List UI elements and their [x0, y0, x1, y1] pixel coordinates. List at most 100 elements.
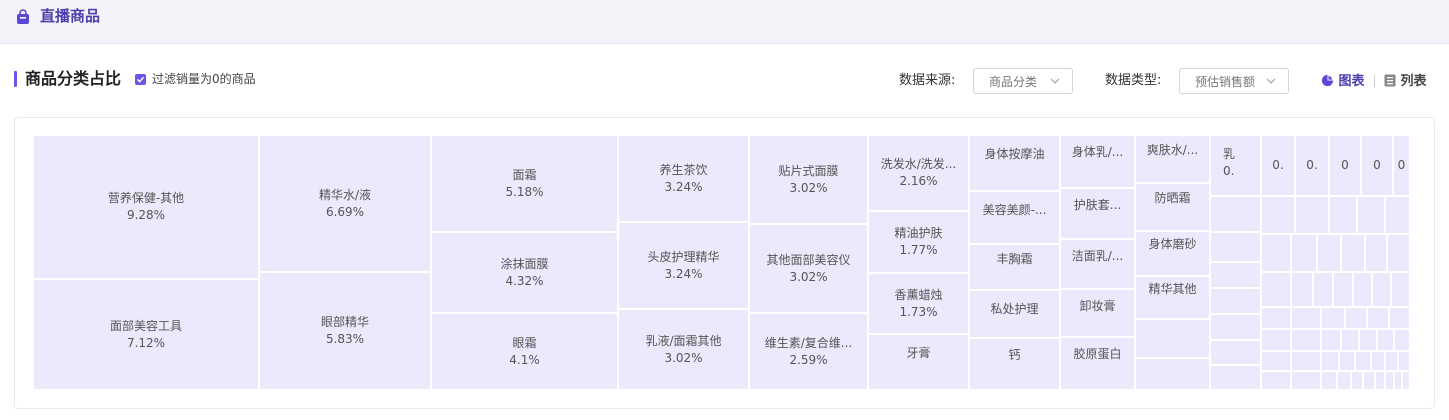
treemap-cell[interactable]: 胶原蛋白	[1060, 337, 1135, 390]
treemap-cell[interactable]	[1261, 329, 1291, 351]
treemap-cell[interactable]: 面霜 5.18%	[431, 135, 618, 232]
treemap-cell[interactable]: 精油护肤 1.77%	[868, 211, 969, 273]
treemap-cell[interactable]: 贴片式面膜 3.02%	[749, 135, 868, 224]
treemap-cell[interactable]	[1402, 371, 1410, 390]
treemap-cell[interactable]: 0	[1361, 135, 1393, 196]
treemap-cell[interactable]	[1261, 371, 1291, 390]
treemap-cell[interactable]	[1210, 365, 1261, 390]
treemap-cell[interactable]: 牙膏	[868, 334, 969, 390]
treemap-cell[interactable]	[1333, 272, 1353, 307]
treemap-cell[interactable]	[1385, 351, 1398, 371]
treemap-cell[interactable]	[1261, 307, 1291, 329]
treemap-cell[interactable]	[1261, 234, 1291, 272]
treemap-cell[interactable]: 头皮护理精华 3.24%	[618, 222, 749, 309]
treemap-cell[interactable]: 护肤套...	[1060, 188, 1135, 239]
treemap-cell[interactable]: 丰胸霜	[969, 244, 1060, 290]
treemap-cell[interactable]	[1210, 196, 1261, 232]
treemap-cell[interactable]	[1367, 307, 1389, 329]
treemap-cell[interactable]: 身体磨砂	[1135, 231, 1210, 276]
treemap-cell[interactable]	[1210, 232, 1261, 262]
treemap-cell[interactable]	[1394, 371, 1402, 390]
treemap-cell[interactable]	[1261, 196, 1295, 234]
treemap-cell[interactable]: 身体按摩油	[969, 135, 1060, 191]
treemap-cell[interactable]: 涂抹面膜 4.32%	[431, 232, 618, 313]
treemap-cell[interactable]	[1135, 319, 1210, 358]
treemap-cell[interactable]: 私处护理	[969, 290, 1060, 338]
treemap-cell[interactable]	[1371, 351, 1385, 371]
treemap-cell[interactable]	[1385, 371, 1394, 390]
treemap-cell[interactable]: 乳液/面霜其他 3.02%	[618, 309, 749, 390]
treemap-cell[interactable]	[1355, 351, 1371, 371]
treemap-cell[interactable]	[1391, 272, 1410, 307]
treemap-cell[interactable]: 精华其他	[1135, 276, 1210, 319]
treemap-cell[interactable]	[1291, 329, 1321, 351]
treemap-cell[interactable]	[1295, 196, 1329, 234]
treemap-cell[interactable]	[1313, 272, 1333, 307]
treemap-cell[interactable]: 0	[1393, 135, 1410, 196]
filter-zero-sales-checkbox[interactable]	[135, 74, 146, 85]
treemap-cell[interactable]	[1210, 288, 1261, 314]
treemap-cell[interactable]: 身体乳/...	[1060, 135, 1135, 188]
treemap-cell[interactable]	[1357, 196, 1385, 234]
treemap-cell[interactable]	[1261, 272, 1291, 307]
treemap-cell[interactable]	[1261, 351, 1291, 371]
treemap-cell[interactable]	[1385, 196, 1410, 234]
treemap-cell[interactable]	[1321, 329, 1341, 351]
treemap-cell[interactable]	[1365, 234, 1387, 272]
treemap-cell[interactable]	[1337, 371, 1351, 390]
treemap-cell[interactable]	[1351, 371, 1363, 390]
treemap-cell[interactable]	[1291, 351, 1321, 371]
treemap-cell[interactable]	[1329, 196, 1357, 234]
treemap-cell[interactable]	[1291, 272, 1313, 307]
treemap-cell[interactable]	[1394, 329, 1410, 351]
treemap-cell[interactable]: 洗发水/洗发... 2.16%	[868, 135, 969, 211]
treemap-cell[interactable]: 钙	[969, 338, 1060, 390]
treemap-cell[interactable]	[1135, 358, 1210, 390]
treemap-cell[interactable]: 防晒霜	[1135, 183, 1210, 231]
treemap-cell[interactable]: 精华水/液 6.69%	[259, 135, 431, 272]
treemap-cell[interactable]	[1389, 307, 1410, 329]
treemap-cell[interactable]	[1317, 234, 1341, 272]
data-source-select[interactable]: 商品分类	[973, 68, 1073, 94]
treemap-cell[interactable]: 眼霜 4.1%	[431, 313, 618, 390]
treemap-cell[interactable]: 美容美颜-...	[969, 191, 1060, 244]
treemap-cell[interactable]: 爽肤水/...	[1135, 135, 1210, 183]
treemap-cell[interactable]: 营养保健-其他 9.28%	[33, 135, 259, 279]
treemap-cell[interactable]	[1210, 262, 1261, 288]
treemap-cell[interactable]	[1345, 307, 1367, 329]
treemap-cell[interactable]	[1291, 234, 1317, 272]
treemap-cell[interactable]: 其他面部美容仪 3.02%	[749, 224, 868, 313]
treemap-cell[interactable]	[1363, 371, 1375, 390]
filter-zero-sales-label[interactable]: 过滤销量为0的商品	[152, 71, 256, 87]
treemap-cell[interactable]	[1210, 314, 1261, 340]
treemap-cell[interactable]	[1321, 371, 1337, 390]
treemap-cell[interactable]	[1321, 351, 1339, 371]
treemap-cell[interactable]: 养生茶饮 3.24%	[618, 135, 749, 222]
treemap-cell[interactable]: 卸妆膏	[1060, 289, 1135, 337]
treemap-cell[interactable]: 0.	[1261, 135, 1295, 196]
treemap-cell[interactable]	[1321, 307, 1345, 329]
data-type-select[interactable]: 预估销售额	[1179, 68, 1289, 94]
treemap-cell[interactable]	[1341, 234, 1365, 272]
treemap-cell[interactable]: 0	[1329, 135, 1361, 196]
treemap-cell[interactable]: 面部美容工具 7.12%	[33, 279, 259, 390]
chart-view-toggle[interactable]: 图表	[1321, 73, 1365, 91]
treemap-cell[interactable]: 洁面乳/...	[1060, 239, 1135, 289]
treemap-cell[interactable]	[1341, 329, 1359, 351]
treemap-cell[interactable]	[1375, 371, 1385, 390]
treemap-cell[interactable]	[1372, 272, 1391, 307]
treemap-cell[interactable]	[1291, 371, 1321, 390]
treemap-cell[interactable]	[1291, 307, 1321, 329]
treemap-cell[interactable]: 乳 0.	[1210, 135, 1261, 196]
treemap-cell[interactable]: 0.	[1295, 135, 1329, 196]
treemap-cell[interactable]	[1353, 272, 1372, 307]
treemap-cell[interactable]	[1377, 329, 1394, 351]
list-view-toggle[interactable]: 列表	[1384, 73, 1427, 91]
treemap-cell[interactable]	[1359, 329, 1377, 351]
treemap-cell[interactable]	[1387, 234, 1410, 272]
treemap-cell[interactable]	[1398, 351, 1410, 371]
treemap-cell[interactable]: 眼部精华 5.83%	[259, 272, 431, 390]
treemap-cell[interactable]	[1210, 340, 1261, 365]
treemap-cell[interactable]: 维生素/复合维... 2.59%	[749, 313, 868, 390]
treemap-cell[interactable]	[1339, 351, 1355, 371]
